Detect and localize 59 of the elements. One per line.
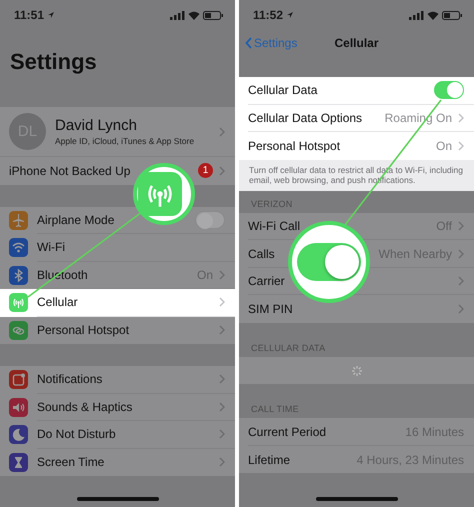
location-arrow-icon <box>286 11 294 19</box>
notification-badge: 1 <box>198 163 213 178</box>
bluetooth-icon <box>9 266 28 285</box>
row-label: Wi-Fi Call <box>248 219 300 233</box>
battery-icon <box>442 10 462 20</box>
row-label: Screen Time <box>37 455 104 470</box>
highlighted-list-row[interactable]: Cellular <box>0 289 235 316</box>
nav-title: Cellular <box>334 36 378 50</box>
dimmed-list-row[interactable]: Screen Time <box>0 448 235 476</box>
antenna-icon <box>138 172 182 216</box>
notifications-icon <box>9 370 28 390</box>
chain-icon <box>9 320 28 340</box>
row-label: Carrier <box>248 274 285 288</box>
row-label: SIM PIN <box>248 302 293 316</box>
row-label: Cellular Data <box>248 83 318 98</box>
highlighted-list-row[interactable]: Personal Hotspot On <box>239 132 474 160</box>
location-arrow-icon <box>47 11 56 19</box>
status-time: 11:51 <box>14 8 44 22</box>
dimmed-list-row[interactable]: Notifications <box>0 366 235 394</box>
toggle-switch[interactable] <box>195 210 225 229</box>
row-label: Lifetime <box>248 452 290 466</box>
battery-icon <box>203 10 223 20</box>
row-label: Wi-Fi <box>37 240 65 254</box>
hourglass-icon <box>9 452 28 472</box>
row-label: Personal Hotspot <box>37 323 130 338</box>
signal-icon <box>409 10 424 20</box>
row-label: Cellular Data Options <box>248 110 362 125</box>
signal-icon <box>170 10 185 20</box>
antenna-icon <box>9 293 28 312</box>
toggle-switch[interactable] <box>434 81 464 100</box>
row-label: Cellular <box>37 295 78 310</box>
loading-spinner-icon <box>350 364 362 376</box>
dimmed-list-row[interactable]: Wi-Fi <box>0 234 235 262</box>
speaker-icon <box>9 398 28 417</box>
wifi-signal-icon <box>427 10 439 20</box>
highlighted-list-row[interactable]: Cellular Data <box>239 77 474 104</box>
row-label: Do Not Disturb <box>37 427 116 442</box>
row-label: iPhone Not Backed Up <box>9 164 130 178</box>
dimmed-list-row[interactable]: Personal Hotspot <box>0 316 235 344</box>
row-label: Calls <box>248 246 275 260</box>
row-label: Notifications <box>37 372 102 386</box>
row-label: Airplane Mode <box>37 212 114 227</box>
moon-icon <box>9 425 28 444</box>
dimmed-list-row[interactable]: SIM PIN <box>239 295 474 323</box>
row-label: Current Period <box>248 424 326 438</box>
dimmed-list-row[interactable]: Sounds & Haptics <box>0 394 235 421</box>
wifi-signal-icon <box>188 10 200 20</box>
row-label: Personal Hotspot <box>248 138 340 153</box>
dimmed-list-row[interactable]: Do Not Disturb <box>0 421 235 448</box>
toggle-switch[interactable] <box>297 243 361 281</box>
profile-subtitle: Apple ID, iCloud, iTunes & App Store <box>55 136 196 146</box>
wifi-icon <box>9 238 28 258</box>
page-title: Settings <box>10 49 97 75</box>
status-time: 11:52 <box>253 8 284 22</box>
back-chevron-icon <box>245 36 252 48</box>
profile-name: David Lynch <box>55 117 138 134</box>
row-value: On <box>436 138 452 153</box>
row-label: Sounds & Haptics <box>37 400 132 414</box>
airplane-icon <box>9 210 28 230</box>
